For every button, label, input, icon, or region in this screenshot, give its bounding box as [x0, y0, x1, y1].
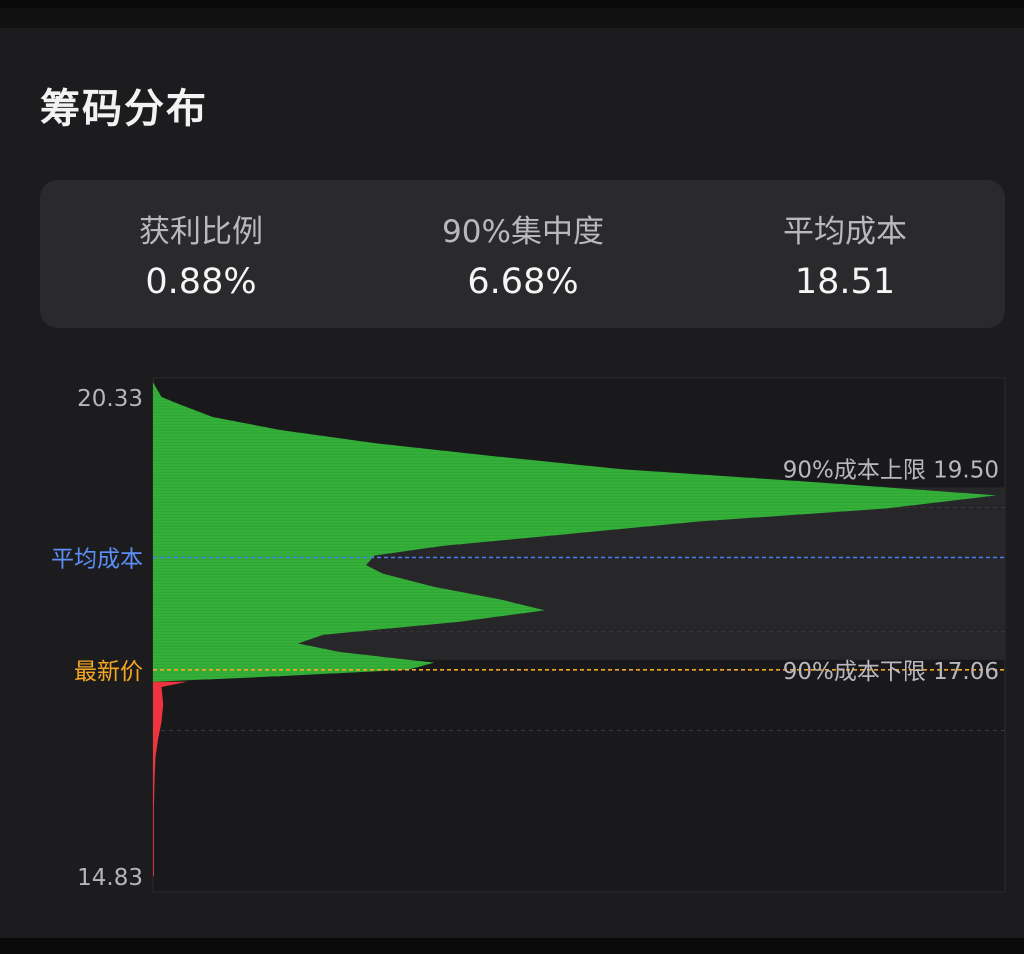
chip-distribution-chart: 20.33 14.83 平均成本 最新价 90%成本上限 19.50 90%成本…: [51, 377, 1006, 893]
y-max-label: 20.33: [77, 386, 143, 412]
band-upper-label: 90%成本上限 19.50: [783, 457, 999, 483]
latest-price-label: 最新价: [74, 659, 143, 685]
band-lower-label: 90%成本下限 17.06: [783, 659, 999, 685]
y-min-label: 14.83: [77, 865, 143, 891]
average-cost-label: 平均成本: [51, 547, 143, 573]
